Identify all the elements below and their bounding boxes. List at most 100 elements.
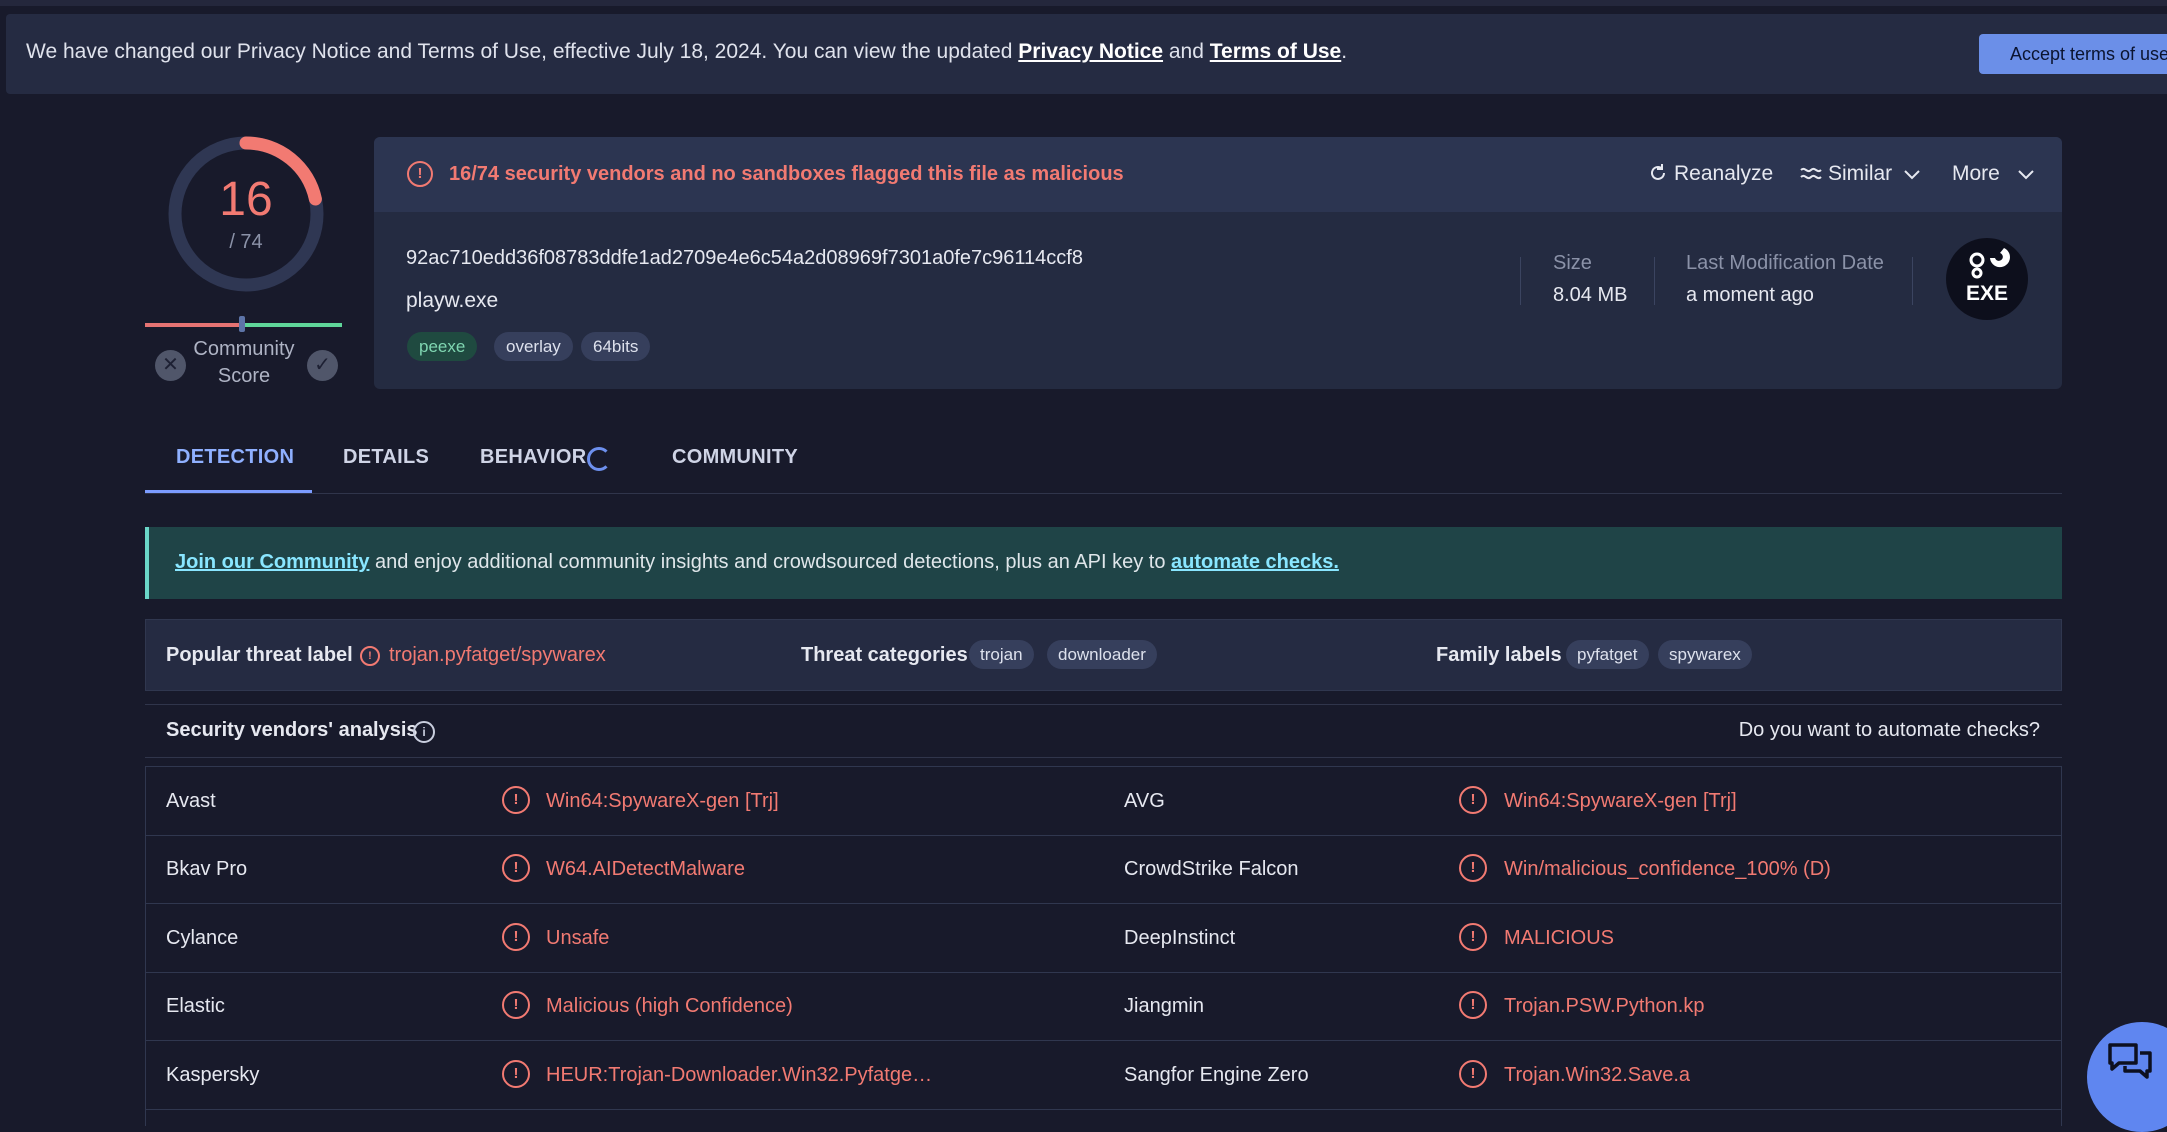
terms-of-use-link[interactable]: Terms of Use (1210, 40, 1342, 63)
threat-categories-label: Threat categories (801, 644, 968, 666)
vendor-name: Sangfor Engine Zero (1124, 1064, 1309, 1086)
file-type-label: EXE (1965, 282, 2009, 305)
community-score-marker (239, 316, 245, 332)
tag-overlay[interactable]: overlay (494, 332, 573, 361)
alert-circle-icon: ! (502, 991, 530, 1019)
threat-labels-row: Popular threat label ! trojan.pyfatget/s… (145, 619, 2062, 691)
popular-threat-value[interactable]: trojan.pyfatget/spywarex (389, 644, 606, 667)
refresh-icon (1651, 164, 1665, 180)
family-pyfatget[interactable]: pyfatget (1566, 640, 1649, 669)
tab-community[interactable]: COMMUNITY (672, 446, 798, 469)
vendor-name: Kaspersky (166, 1064, 260, 1086)
chevron-down-icon (1904, 170, 1920, 180)
loading-spinner-icon (587, 447, 611, 471)
similar-waves-icon (1800, 167, 1822, 180)
family-spywarex[interactable]: spywarex (1658, 640, 1752, 669)
vendor-result: Trojan.Win32.Save.a (1504, 1064, 1691, 1086)
more-dropdown[interactable]: More (1952, 162, 2034, 186)
chevron-down-icon (2017, 170, 2034, 180)
privacy-banner-period: . (1341, 40, 1348, 63)
automate-checks-prompt[interactable]: Do you want to automate checks? (1739, 719, 2040, 742)
file-summary-card: ! 16/74 security vendors and no sandboxe… (374, 137, 2062, 389)
vendors-analysis-title: Security vendors' analysis (166, 719, 418, 741)
join-community-text: Join our Community and enjoy additional … (175, 551, 1339, 574)
vote-harmless-button[interactable]: ✓ (307, 350, 338, 381)
tab-behavior[interactable]: BEHAVIOR (480, 446, 586, 469)
chat-support-button[interactable] (2087, 1022, 2167, 1132)
vendor-result: Malicious (high Confidence) (546, 995, 793, 1017)
vendors-divider-bottom (145, 757, 2062, 758)
alert-circle-icon: ! (1459, 854, 1487, 882)
more-label: More (1952, 162, 2000, 185)
table-row: Kaspersky ! HEUR:Trojan-Downloader.Win32… (146, 1041, 2061, 1110)
chat-icon (2108, 1043, 2152, 1079)
family-labels-label: Family labels (1436, 644, 1562, 666)
meta-separator (1520, 257, 1521, 305)
check-icon: ✓ (314, 354, 331, 376)
detection-alert: 16/74 security vendors and no sandboxes … (449, 163, 1124, 185)
alert-circle-icon: ! (1459, 786, 1487, 814)
alert-circle-icon: ! (1459, 1060, 1487, 1088)
accept-terms-button[interactable]: Accept terms of use (1979, 34, 2167, 74)
category-trojan[interactable]: trojan (969, 640, 1034, 669)
vendors-table: Avast ! Win64:SpywareX-gen [Trj] AVG ! W… (145, 766, 2062, 1126)
tab-details[interactable]: DETAILS (343, 446, 429, 469)
vendor-result: W64.AIDetectMalware (546, 858, 745, 880)
alert-circle-icon: ! (502, 786, 530, 814)
modified-value: a moment ago (1686, 284, 1814, 306)
tag-64bits[interactable]: 64bits (581, 332, 651, 361)
community-score-negative (145, 323, 243, 327)
meta-separator (1654, 257, 1655, 305)
vendor-result: HEUR:Trojan-Downloader.Win32.Pyfatge… (546, 1064, 933, 1086)
community-score-label-line2: Score (217, 365, 271, 387)
table-row: Elastic ! Malicious (high Confidence) Ji… (146, 972, 2061, 1041)
similar-dropdown[interactable]: Similar (1800, 162, 1920, 186)
alert-circle-icon: ! (360, 646, 380, 666)
privacy-banner-text: We have changed our Privacy Notice and T… (26, 40, 1347, 64)
alert-circle-icon: ! (1459, 923, 1487, 951)
reanalyze-button[interactable]: Reanalyze (1648, 162, 1773, 186)
vendor-name: CrowdStrike Falcon (1124, 858, 1299, 880)
vendor-result: MALICIOUS (1504, 927, 1615, 949)
alert-circle-icon: ! (1459, 991, 1487, 1019)
vendor-result: Unsafe (546, 927, 610, 949)
file-name: playw.exe (406, 289, 499, 312)
join-community-banner: Join our Community and enjoy additional … (145, 527, 2062, 599)
vendor-name: Avast (166, 790, 216, 812)
size-label: Size (1553, 252, 1592, 274)
file-card-header: ! 16/74 security vendors and no sandboxe… (374, 137, 2062, 212)
tag-peexe[interactable]: peexe (407, 332, 478, 361)
community-score-label-line1: Community (193, 338, 295, 360)
table-row: Avast ! Win64:SpywareX-gen [Trj] AVG ! W… (146, 767, 2061, 836)
table-row: Bkav Pro ! W64.AIDetectMalware CrowdStri… (146, 835, 2061, 904)
vendor-result: Win/malicious_confidence_100% (D) (1504, 858, 1831, 880)
meta-separator (1912, 257, 1913, 305)
vendor-name: DeepInstinct (1124, 927, 1236, 949)
vendor-result: Win64:SpywareX-gen [Trj] (546, 790, 779, 812)
file-type-badge: EXE (1946, 238, 2028, 320)
vendor-result: Trojan.PSW.Python.kp (1504, 995, 1705, 1017)
vendor-name: Cylance (166, 927, 239, 949)
vendor-name: Bkav Pro (166, 858, 248, 880)
file-hash[interactable]: 92ac710edd36f08783ddfe1ad2709e4e6c54a2d0… (406, 247, 1083, 270)
join-community-link[interactable]: Join our Community (175, 551, 369, 573)
vendor-name: Jiangmin (1124, 995, 1205, 1017)
gears-icon (1969, 248, 2010, 279)
automate-checks-link[interactable]: automate checks. (1171, 551, 1339, 573)
popular-threat-label: Popular threat label (166, 644, 353, 666)
vendors-divider-top (145, 704, 2062, 705)
privacy-notice-link[interactable]: Privacy Notice (1018, 40, 1163, 63)
alert-circle-icon: ! (407, 161, 433, 187)
vendor-name: AVG (1124, 790, 1165, 812)
table-row: Cylance ! Unsafe DeepInstinct ! MALICIOU… (146, 904, 2061, 973)
reanalyze-label: Reanalyze (1674, 162, 1774, 185)
modified-label: Last Modification Date (1686, 252, 1884, 274)
community-score-positive (243, 323, 342, 327)
vendor-result: Win64:SpywareX-gen [Trj] (1504, 790, 1737, 812)
join-community-message: and enjoy additional community insights … (369, 551, 1172, 573)
tab-detection[interactable]: DETECTION (176, 446, 294, 469)
info-icon[interactable]: i (413, 721, 435, 743)
category-downloader[interactable]: downloader (1047, 640, 1157, 669)
similar-label: Similar (1828, 162, 1893, 185)
tabs-divider (145, 493, 2062, 494)
